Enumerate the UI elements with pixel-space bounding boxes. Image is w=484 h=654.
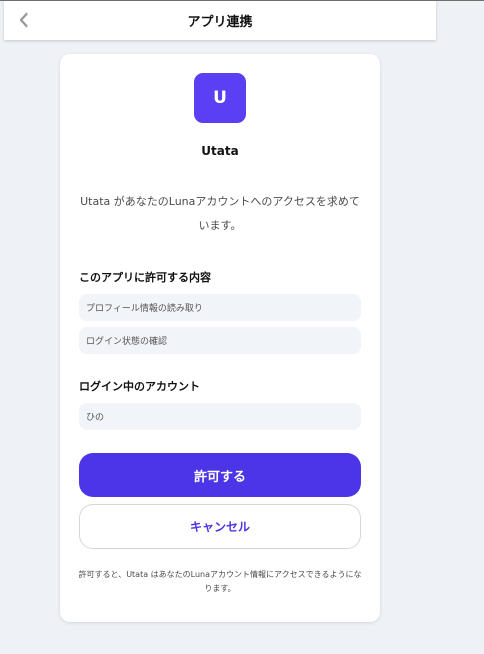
- page-title: アプリ連携: [187, 15, 253, 30]
- account-title: ログイン中のアカウント: [79, 380, 200, 393]
- footer-note: 許可すると、Utata はあなたのLunaアカウント情報にアクセスできるようにな…: [78, 570, 362, 593]
- back-button[interactable]: [12, 8, 36, 32]
- access-request-text: Utata があなたのLunaアカウントへのアクセスを求めています。: [80, 195, 360, 232]
- account-name: ひの: [79, 403, 361, 430]
- app-icon: U: [194, 73, 246, 123]
- header-bar: アプリ連携: [4, 1, 436, 40]
- app-name: Utata: [201, 144, 239, 158]
- chevron-left-icon: [19, 12, 28, 28]
- cancel-button[interactable]: キャンセル: [79, 504, 361, 549]
- permission-item: ログイン状態の確認: [79, 327, 361, 354]
- authorization-card: U Utata Utata があなたのLunaアカウントへのアクセスを求めていま…: [60, 54, 380, 622]
- permission-item: プロフィール情報の読み取り: [79, 294, 361, 321]
- allow-button[interactable]: 許可する: [79, 453, 361, 497]
- permissions-title: このアプリに許可する内容: [79, 271, 211, 284]
- app-authorization-page: アプリ連携 U Utata Utata があなたのLunaアカウントへのアクセス…: [0, 0, 484, 654]
